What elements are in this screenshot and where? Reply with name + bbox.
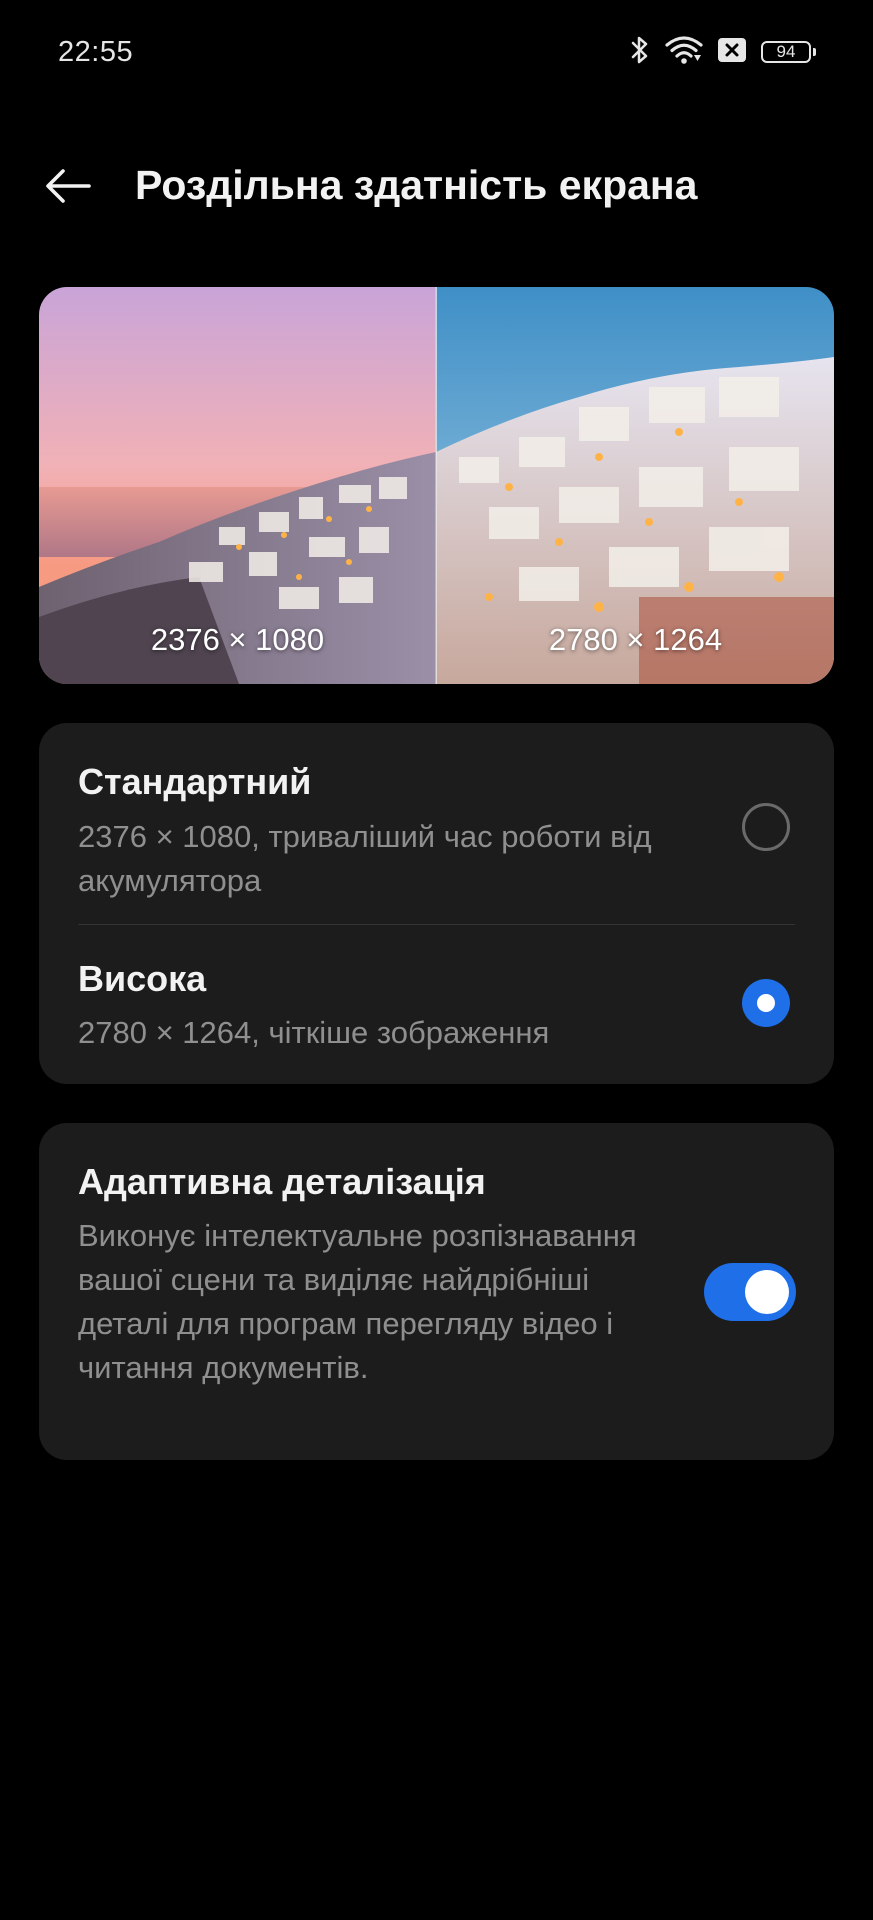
adaptive-description: Виконує інтелектуальне розпізнавання ваш… [78, 1218, 637, 1385]
arrow-left-icon [45, 168, 91, 209]
option-standard-title: Стандартний [78, 761, 312, 802]
option-high-description: 2780 × 1264, чіткіше зображення [78, 1015, 550, 1050]
toggle-knob [745, 1270, 789, 1314]
status-bar: 22:55 94 [0, 0, 873, 105]
wifi-icon [665, 35, 703, 70]
battery-level: 94 [776, 42, 796, 61]
resolution-options-card: Стандартний 2376 × 1080, триваліший час … [39, 723, 834, 1084]
back-button[interactable] [38, 160, 98, 216]
battery-icon: 94 [761, 41, 816, 63]
header: Роздільна здатність екрана [0, 140, 873, 235]
adaptive-detail-card: Адаптивна деталізація Виконує інтелектуа… [39, 1123, 834, 1460]
option-standard-description: 2376 × 1080, триваліший час роботи від а… [78, 819, 652, 898]
preview-label-high: 2780 × 1264 [548, 622, 723, 657]
option-high[interactable]: Висока 2780 × 1264, чіткіше зображення [39, 925, 834, 1084]
page-title: Роздільна здатність екрана [135, 162, 698, 208]
bluetooth-icon [629, 35, 651, 70]
adaptive-title: Адаптивна деталізація [78, 1161, 486, 1202]
status-time: 22:55 [58, 36, 134, 68]
resolution-preview-image: 2376 × 1080 2780 × 1264 [39, 287, 834, 684]
sim-off-icon [717, 37, 747, 68]
status-icons: 94 [629, 35, 816, 70]
option-standard[interactable]: Стандартний 2376 × 1080, триваліший час … [39, 723, 834, 924]
radio-high[interactable] [742, 979, 790, 1027]
adaptive-toggle[interactable] [704, 1263, 796, 1321]
preview-label-standard: 2376 × 1080 [150, 622, 325, 657]
radio-standard[interactable] [742, 803, 790, 851]
option-high-title: Висока [78, 958, 207, 999]
